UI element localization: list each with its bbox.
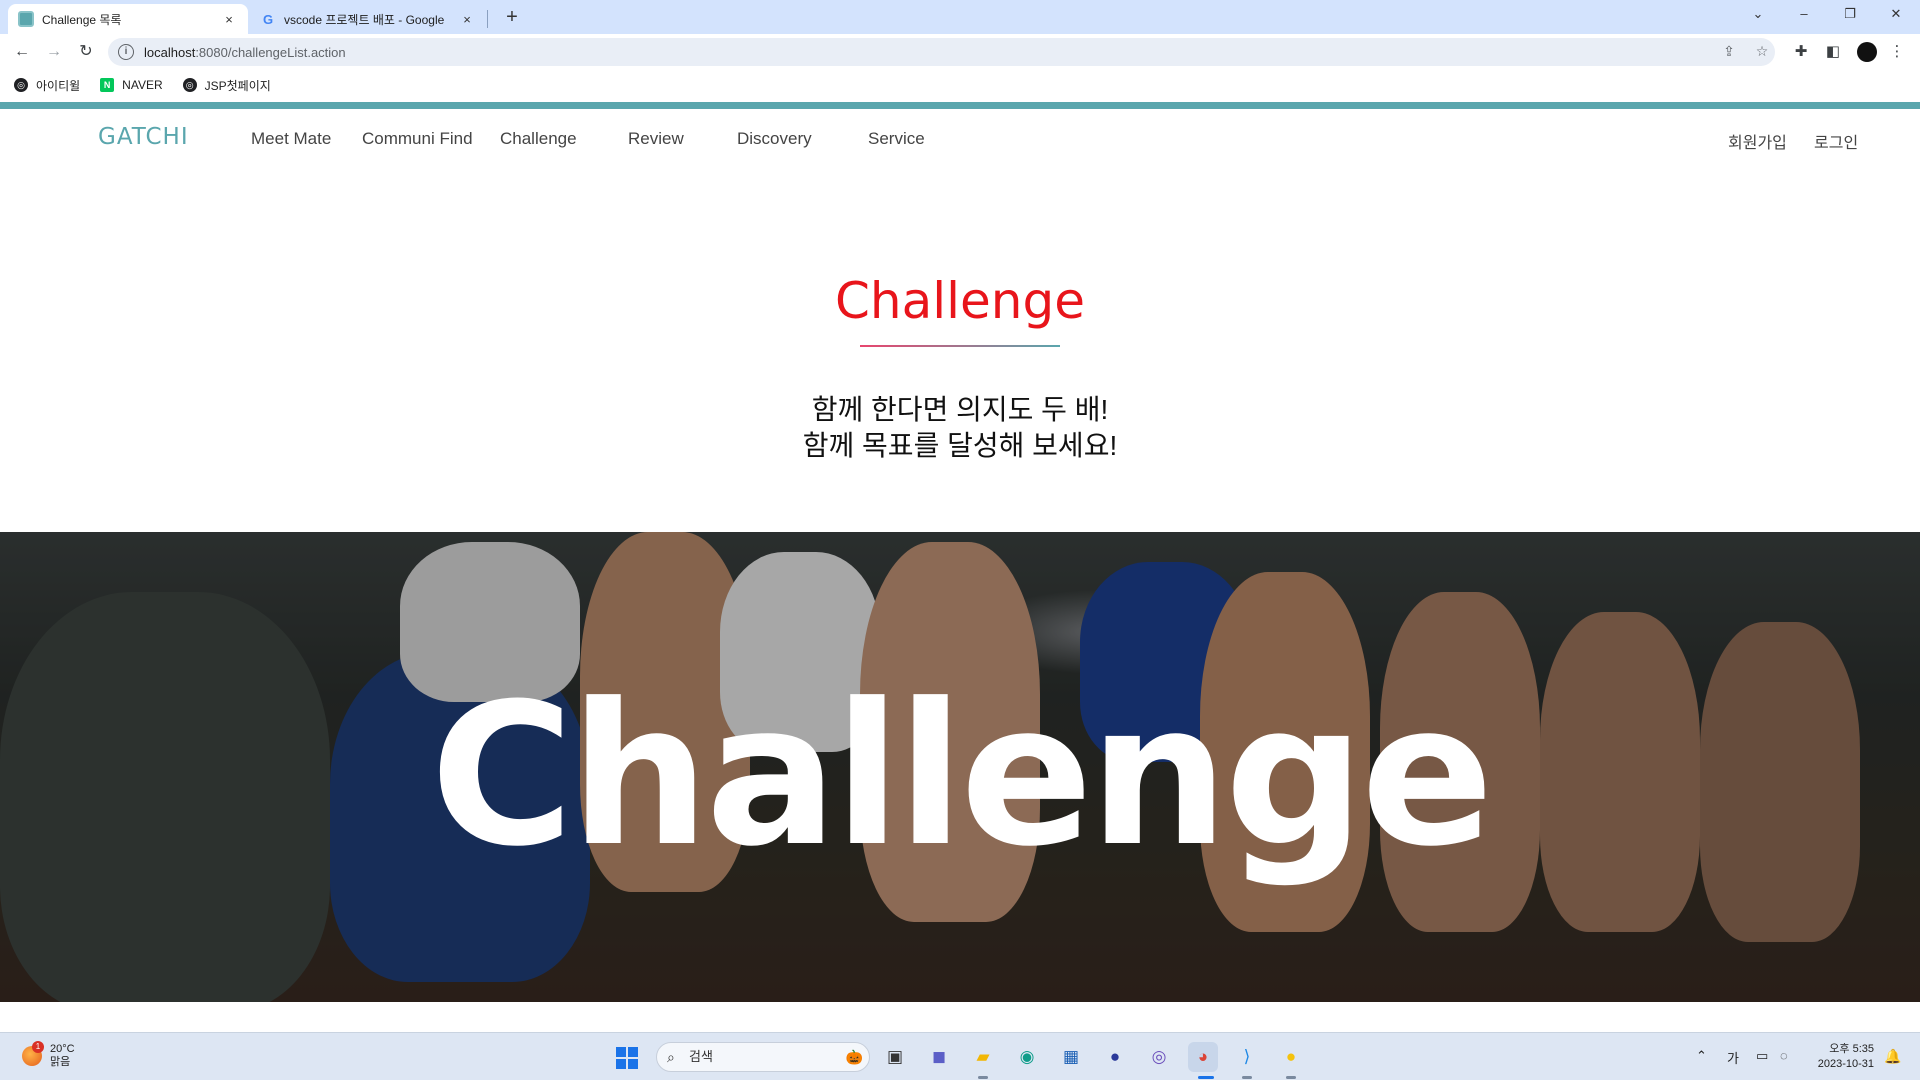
tab-close-icon[interactable]: ×	[220, 12, 238, 27]
site-logo[interactable]: GATCHI	[98, 124, 189, 150]
slogan-line-1: 함께 한다면 의지도 두 배!	[811, 394, 1109, 425]
minimize-button[interactable]: –	[1782, 0, 1826, 30]
sticky-app-icon[interactable]: ●	[1276, 1042, 1306, 1072]
bookmarks-bar: ◎ 아이티윌 N NAVER ◎ JSP첫페이지	[0, 70, 1920, 100]
tab-title: vscode 프로젝트 배포 - Google	[284, 12, 445, 27]
title-underline	[860, 345, 1060, 347]
address-bar[interactable]: i localhost:8080/challengeList.action	[108, 38, 1775, 66]
weather-temp: 20°C	[50, 1043, 75, 1055]
tab-google-search[interactable]: G vscode 프로젝트 배포 - Google ×	[250, 4, 486, 34]
bookmark-label: 아이티윌	[36, 78, 81, 93]
browser-toolbar: ← → ↻ i localhost:8080/challengeList.act…	[0, 34, 1920, 70]
browser-tabstrip: Challenge 목록 × G vscode 프로젝트 배포 - Google…	[0, 0, 1920, 34]
chat-icon[interactable]: ◼	[924, 1042, 954, 1072]
google-favicon-icon: G	[262, 11, 274, 27]
edge-icon[interactable]: ◉	[1012, 1042, 1042, 1072]
accent-top-bar	[0, 102, 1920, 109]
chrome-icon[interactable]: ◕	[1188, 1042, 1218, 1072]
task-view-icon[interactable]: ▣	[880, 1042, 910, 1072]
bookmark-label: JSP첫페이지	[204, 78, 271, 93]
web-page: GATCHI Meet Mate Communi Find Challenge …	[0, 102, 1920, 1030]
url-host: localhost	[144, 44, 196, 60]
vscode-icon[interactable]: ⟩	[1232, 1042, 1262, 1072]
running-indicator	[1198, 1076, 1214, 1079]
running-indicator	[1242, 1076, 1252, 1079]
nav-review[interactable]: Review	[628, 129, 684, 149]
store-icon[interactable]: ▦	[1056, 1042, 1086, 1072]
restore-button[interactable]: ❐	[1828, 0, 1872, 30]
weather-desc: 맑음	[50, 1056, 71, 1068]
notification-bell-icon[interactable]: 🔔	[1884, 1048, 1901, 1065]
back-arrow-icon[interactable]: ←	[10, 40, 34, 64]
volume-muted-icon[interactable]: ◌	[1780, 1048, 1788, 1063]
ime-language[interactable]: 가	[1727, 1048, 1739, 1067]
search-icon: ⌕	[667, 1049, 675, 1065]
login-link[interactable]: 로그인	[1814, 129, 1858, 153]
reload-icon[interactable]: ↻	[74, 40, 98, 64]
section-title: Challenge	[835, 272, 1085, 330]
windows-start-icon[interactable]	[616, 1047, 638, 1069]
url-path: :8080/challengeList.action	[195, 44, 346, 60]
tab-separator	[487, 10, 488, 28]
site-info-icon[interactable]: i	[118, 44, 134, 60]
weather-badge: 1	[32, 1041, 44, 1053]
bookmark-naver[interactable]: N NAVER	[100, 78, 163, 92]
windows-taskbar: 1 20°C 맑음 ⌕ 검색 🎃 ▣ ◼ ▰ ◉ ▦ ● ◎ ◕ ⟩ ● ⌃ 가…	[0, 1032, 1920, 1080]
file-explorer-icon[interactable]: ▰	[968, 1042, 998, 1072]
tab-close-icon[interactable]: ×	[458, 12, 476, 27]
site-favicon-icon	[18, 11, 34, 27]
naver-icon: N	[100, 78, 115, 92]
new-tab-button[interactable]: +	[498, 4, 526, 30]
menu-kebab-icon[interactable]: ⋮	[1885, 40, 1909, 64]
globe-icon: ◎	[182, 78, 197, 92]
search-highlight-icon: 🎃	[845, 1049, 863, 1065]
hero-banner: Challenge	[0, 532, 1920, 1002]
side-panel-icon[interactable]: ◧	[1821, 40, 1845, 64]
close-window-button[interactable]: ✕	[1874, 0, 1918, 30]
bookmark-label: NAVER	[122, 78, 163, 92]
share-icon[interactable]: ⇪	[1718, 40, 1740, 62]
weather-widget[interactable]: 20°C 맑음	[50, 1043, 75, 1069]
profile-avatar[interactable]	[1857, 42, 1877, 62]
tab-title: Challenge 목록	[42, 12, 122, 27]
bookmark-star-icon[interactable]: ☆	[1751, 40, 1773, 62]
clock-date: 2023-10-31	[1817, 1058, 1874, 1070]
nav-communi-find[interactable]: Communi Find	[362, 129, 473, 149]
nav-service[interactable]: Service	[868, 129, 925, 149]
nav-challenge[interactable]: Challenge	[500, 129, 577, 149]
network-icon[interactable]: ▭	[1756, 1048, 1768, 1064]
app-icon[interactable]: ◎	[1144, 1042, 1174, 1072]
nav-discovery[interactable]: Discovery	[737, 129, 812, 149]
extensions-puzzle-icon[interactable]: ✚	[1789, 40, 1813, 64]
tray-overflow-icon[interactable]: ⌃	[1696, 1048, 1707, 1064]
slogan: 함께 한다면 의지도 두 배! 함께 목표를 달성해 보세요!	[0, 392, 1920, 464]
clock-time: 오후 5:35	[1829, 1043, 1874, 1055]
tab-search-icon[interactable]: ⌄	[1736, 0, 1780, 30]
search-placeholder: 검색	[689, 1049, 713, 1064]
hero-title: Challenge	[430, 662, 1494, 890]
bookmark-itwill[interactable]: ◎ 아이티윌	[14, 77, 80, 94]
taskbar-search[interactable]: ⌕ 검색 🎃	[656, 1042, 870, 1072]
running-indicator	[978, 1076, 988, 1079]
signup-link[interactable]: 회원가입	[1728, 129, 1787, 153]
running-indicator	[1286, 1076, 1296, 1079]
taskbar-clock[interactable]: 오후 5:35 2023-10-31	[1810, 1042, 1874, 1072]
tab-challenge-list[interactable]: Challenge 목록 ×	[8, 4, 248, 34]
forward-arrow-icon[interactable]: →	[42, 40, 66, 64]
app-icon[interactable]: ●	[1100, 1042, 1130, 1072]
slogan-line-2: 함께 목표를 달성해 보세요!	[802, 430, 1118, 461]
nav-meet-mate[interactable]: Meet Mate	[251, 129, 331, 149]
bookmark-jsp[interactable]: ◎ JSP첫페이지	[182, 77, 271, 94]
globe-icon: ◎	[14, 78, 28, 92]
